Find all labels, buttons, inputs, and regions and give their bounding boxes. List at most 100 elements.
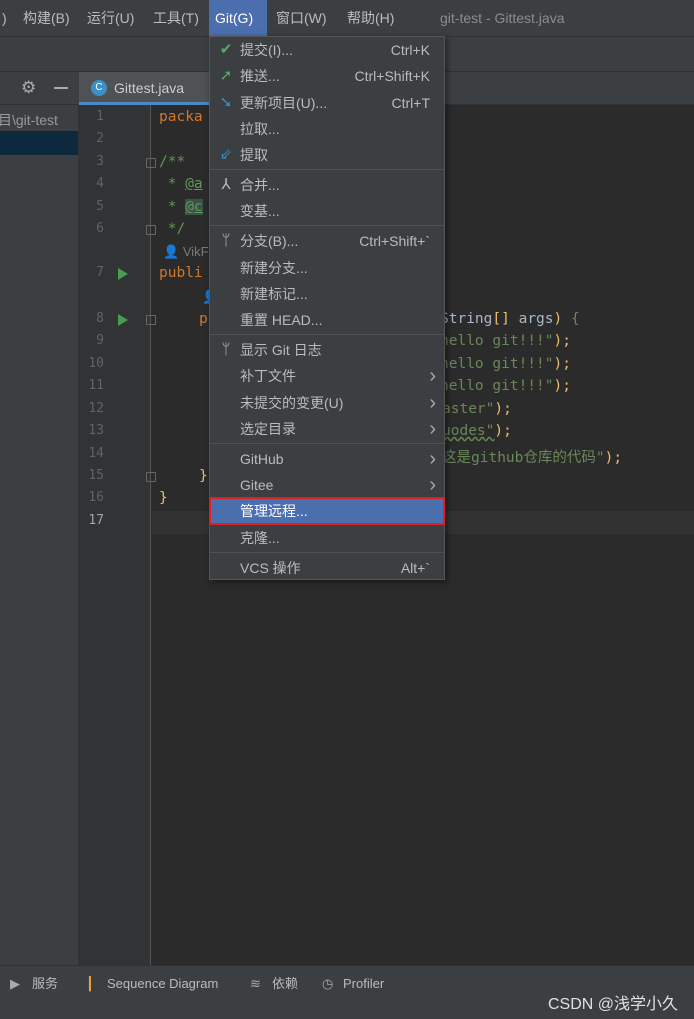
doc-tag: @a: [185, 176, 203, 192]
menu-separator: [210, 334, 444, 335]
git-menu-item[interactable]: ➘ 更新项目(U)... Ctrl+T: [210, 90, 444, 116]
git-menu-item[interactable]: 补丁文件 ›: [210, 363, 444, 389]
line-number: 15: [88, 468, 104, 483]
menu-separator: [210, 225, 444, 226]
fold-icon[interactable]: [146, 315, 156, 325]
menu-item-label: 拉取...: [240, 121, 280, 137]
git-menu-item[interactable]: ✔ 提交(I)... Ctrl+K: [210, 37, 444, 63]
fetch-icon: ⇙: [219, 146, 233, 163]
git-menu-item[interactable]: VCS 操作 Alt+`: [210, 555, 444, 581]
project-path[interactable]: 目\git-test: [0, 110, 58, 130]
git-menu-item[interactable]: ➚ 推送... Ctrl+Shift+K: [210, 63, 444, 89]
close: );: [494, 423, 512, 439]
user-icon: 👤: [163, 244, 180, 259]
chevron-right-icon: ›: [429, 392, 436, 414]
tool-profiler[interactable]: Profiler: [343, 966, 384, 1001]
string-literal: 这是github仓库的代码": [442, 450, 605, 466]
git-menu-item[interactable]: 新建标记...: [210, 281, 444, 307]
line-number: 4: [96, 176, 104, 191]
code-line-12-right: aster");: [442, 401, 512, 417]
git-menu-item[interactable]: 克隆...: [210, 525, 444, 551]
comment-star: *: [159, 176, 186, 192]
type-string: String: [440, 311, 493, 327]
tool-services[interactable]: 服务: [32, 966, 58, 1001]
tool-dependencies[interactable]: 依赖: [272, 966, 298, 1001]
menu-item-label: 管理远程...: [240, 503, 308, 519]
menu-truncated[interactable]: ): [0, 0, 13, 37]
code-line-9-right: hello git!!!");: [440, 333, 571, 349]
git-menu-item[interactable]: 管理远程...: [209, 497, 445, 525]
java-class-icon: C: [91, 80, 107, 96]
string-literal: hello git!!!": [440, 378, 554, 394]
menu-separator: [210, 169, 444, 170]
code-line-14-right: 这是github仓库的代码");: [442, 446, 622, 467]
services-icon: ▶: [10, 976, 20, 991]
line-number: 17: [88, 513, 104, 528]
git-menu-item[interactable]: Gitee ›: [210, 472, 444, 498]
menu-item-label: 补丁文件: [240, 368, 296, 384]
fold-icon[interactable]: [146, 158, 156, 168]
menu-help[interactable]: 帮助(H): [341, 0, 400, 37]
fold-icon[interactable]: [146, 472, 156, 482]
git-menu-item[interactable]: 变基...: [210, 198, 444, 224]
git-menu-item[interactable]: 未提交的变更(U) ›: [210, 390, 444, 416]
menu-item-shortcut: Alt+`: [400, 560, 430, 576]
tab-label: Gittest.java: [114, 80, 185, 96]
code-line-16: }: [159, 490, 168, 506]
line-number: 3: [96, 154, 104, 169]
line-number: 11: [88, 378, 104, 393]
code-line-10-right: hello git!!!");: [440, 356, 571, 372]
tab-gittest-java[interactable]: C Gittest.java: [79, 72, 209, 105]
menu-item-label: 分支(B)...: [240, 233, 299, 249]
param: args: [509, 311, 554, 327]
menu-item-shortcut: Ctrl+T: [391, 95, 431, 111]
menu-item-label: 提交(I)...: [240, 42, 293, 58]
run-icon[interactable]: [118, 268, 128, 280]
git-menu-item[interactable]: ⅄ 合并...: [210, 172, 444, 198]
code-line-13-right: uodes");: [442, 423, 512, 439]
tool-sequence-diagram[interactable]: Sequence Diagram: [107, 966, 218, 1001]
close: );: [553, 356, 571, 372]
menu-item-shortcut: Ctrl+Shift+K: [354, 68, 430, 84]
menu-window[interactable]: 窗口(W): [270, 0, 333, 37]
git-menu-item[interactable]: ⇙ 提取: [210, 142, 444, 168]
git-menu-item[interactable]: ᛘ 分支(B)... Ctrl+Shift+`: [210, 228, 444, 254]
code-line-8: p: [199, 311, 208, 327]
line-number: 6: [96, 221, 104, 236]
line-number: 13: [88, 423, 104, 438]
menu-git[interactable]: Git(G): [209, 0, 267, 37]
code-line-5: * @c: [159, 199, 203, 215]
git-menu-item[interactable]: ᛘ 显示 Git 日志: [210, 337, 444, 363]
line-number: 16: [88, 490, 104, 505]
fold-icon[interactable]: [146, 225, 156, 235]
code-line-8-right: String[] args) {: [440, 311, 580, 327]
menu-item-label: VCS 操作: [240, 560, 301, 576]
menu-tools[interactable]: 工具(T): [147, 0, 205, 37]
code-line-15: }: [199, 468, 208, 484]
git-menu-item[interactable]: 新建分支...: [210, 255, 444, 281]
layers-icon: ≋: [250, 976, 261, 991]
menu-item-label: 更新项目(U)...: [240, 95, 328, 111]
push-arrow-icon: ➚: [219, 67, 233, 84]
menu-item-label: GitHub: [240, 451, 284, 467]
update-arrow-icon: ➘: [219, 94, 233, 111]
line-number: 14: [88, 446, 104, 461]
git-menu-item[interactable]: 拉取...: [210, 116, 444, 142]
git-menu-item[interactable]: 选定目录 ›: [210, 416, 444, 442]
menu-item-label: 推送...: [240, 68, 280, 84]
code-line-6: */: [159, 221, 186, 237]
menu-run[interactable]: 运行(U): [81, 0, 140, 37]
git-menu-item[interactable]: GitHub ›: [210, 446, 444, 472]
branch-icon: ᛘ: [221, 232, 231, 249]
menu-build[interactable]: 构建(B): [17, 0, 76, 37]
git-menu-item[interactable]: 重置 HEAD...: [210, 307, 444, 333]
minimize-icon[interactable]: [54, 87, 68, 89]
gear-icon[interactable]: ⚙: [21, 78, 36, 98]
chevron-right-icon: ›: [429, 474, 436, 496]
chevron-right-icon: ›: [429, 365, 436, 387]
chevron-right-icon: ›: [429, 418, 436, 440]
menu-item-label: 克隆...: [240, 530, 280, 546]
run-icon[interactable]: [118, 314, 128, 326]
selected-tree-item[interactable]: [0, 131, 78, 155]
brackets: []: [492, 311, 510, 327]
